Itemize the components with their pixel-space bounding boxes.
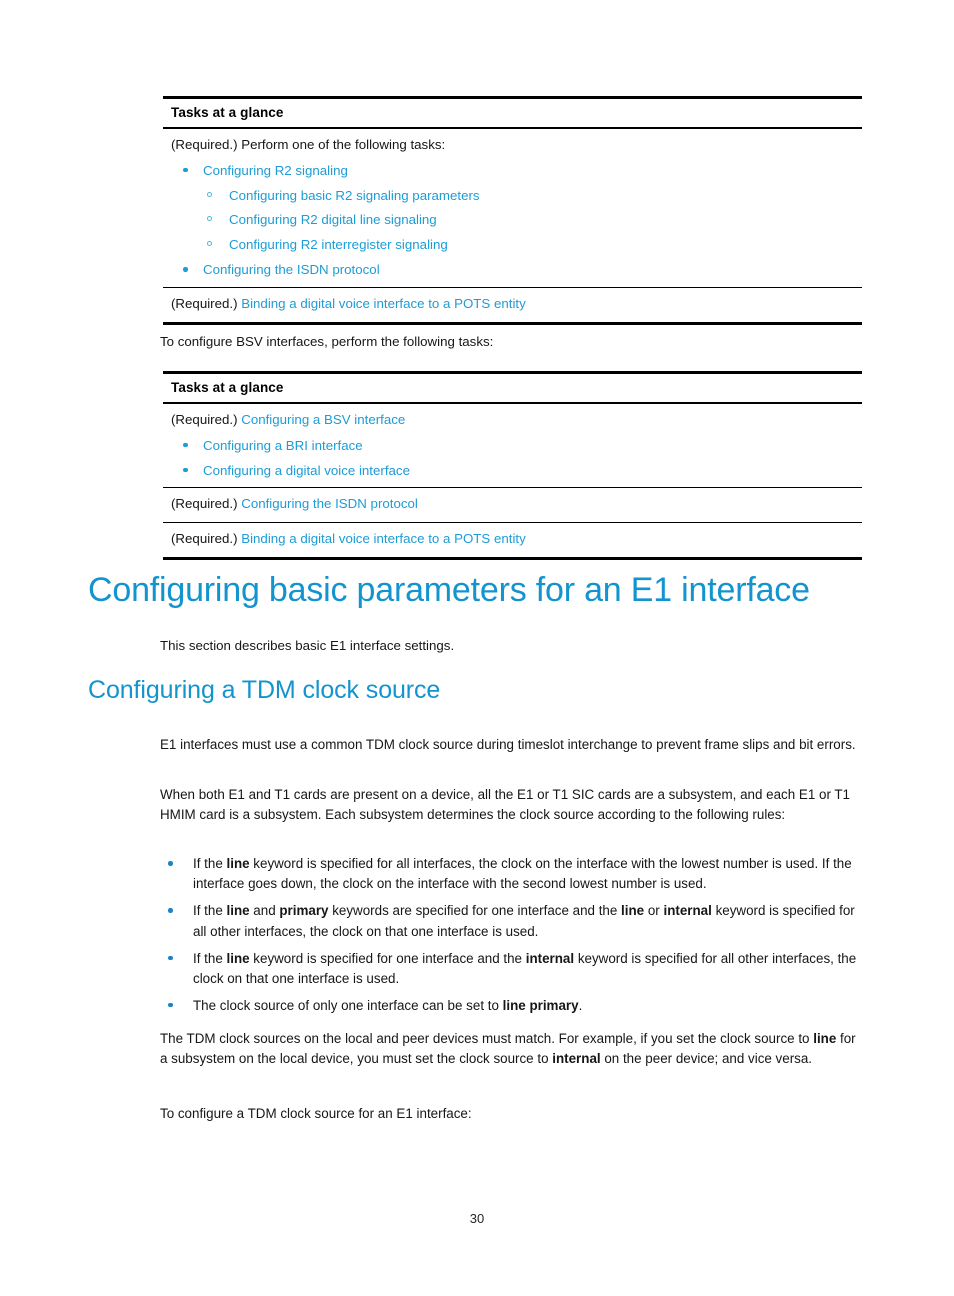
list-item: Configuring R2 digital line signaling: [171, 210, 854, 230]
row-text: (Required.) Configuring the ISDN protoco…: [171, 494, 854, 515]
rule-text-part: If the: [193, 856, 227, 871]
required-prefix: (Required.): [171, 531, 242, 547]
rule-text-part: The clock source of only one interface c…: [193, 997, 503, 1013]
link-configuring-the-isdn-protocol[interactable]: Configuring the ISDN protocol: [241, 496, 418, 511]
keyword-bold: line: [226, 856, 250, 871]
table-row: (Required.) Configuring a BSV interface …: [163, 404, 862, 489]
table-header-row: Tasks at a glance: [163, 374, 862, 404]
paragraph-local-peer-match: The TDM clock sources on the local and p…: [160, 1029, 866, 1070]
keyword-bold: line: [813, 1031, 837, 1046]
table-row: (Required.) Configuring the ISDN protoco…: [163, 488, 862, 524]
row-lead-text: (Required.) Configuring a BSV interface: [171, 410, 854, 431]
list-item: If the line keyword is specified for one…: [160, 949, 866, 990]
circle-bullet-icon: [207, 216, 212, 222]
bullet-icon: [168, 908, 173, 913]
circle-bullet-icon: [207, 241, 212, 247]
paragraph-to-configure: To configure a TDM clock source for an E…: [160, 1106, 472, 1121]
list-item: Configuring a digital voice interface: [171, 461, 854, 481]
bullet-icon: [183, 467, 188, 473]
list-item: Configuring basic R2 signaling parameter…: [171, 186, 854, 206]
link-configuring-a-bsv-interface[interactable]: Configuring a BSV interface: [241, 412, 405, 427]
bullet-icon: [168, 861, 173, 866]
section-intro-text: This section describes basic E1 interfac…: [160, 638, 455, 653]
rule-text-part: keyword is specified for one interface a…: [249, 950, 526, 966]
keyword-bold: line: [226, 903, 250, 919]
bullet-icon: [168, 1002, 173, 1008]
link-binding-digital-voice-interface-to-pots-entity[interactable]: Binding a digital voice interface to a P…: [241, 296, 526, 311]
row-text: (Required.) Binding a digital voice inte…: [171, 529, 854, 550]
clock-source-rules-list: If the line keyword is specified for all…: [160, 854, 866, 1023]
required-prefix: (Required.): [171, 496, 242, 512]
document-page: Tasks at a glance (Required.) Perform on…: [0, 0, 954, 1296]
bullet-icon: [183, 442, 188, 448]
keyword-bold: line primary: [502, 997, 579, 1013]
keyword-bold: line: [226, 950, 250, 966]
rule-text-part: .: [578, 997, 583, 1013]
row-text: (Required.) Binding a digital voice inte…: [171, 294, 854, 315]
section-heading-h2: Configuring a TDM clock source: [88, 676, 441, 704]
circle-bullet-icon: [207, 191, 212, 197]
link-configuring-a-digital-voice-interface[interactable]: Configuring a digital voice interface: [203, 463, 410, 478]
link-configuring-r2-interregister-signaling[interactable]: Configuring R2 interregister signaling: [229, 237, 448, 252]
rule-text-part: keywords are specified for one interface…: [328, 903, 622, 919]
page-number: 30: [469, 1211, 485, 1226]
list-item: The clock source of only one interface c…: [160, 996, 866, 1016]
rule-text-part: If the: [193, 950, 227, 966]
list-item: Configuring R2 interregister signaling: [171, 235, 854, 255]
para-part: The TDM clock sources on the local and p…: [160, 1031, 814, 1046]
paragraph-clock-source-intro: E1 interfaces must use a common TDM cloc…: [160, 737, 856, 752]
row-lead-text: (Required.) Perform one of the following…: [171, 137, 446, 152]
list-item: Configuring R2 signaling: [171, 161, 854, 181]
tasks-at-a-glance-table-2: Tasks at a glance (Required.) Configurin…: [163, 371, 862, 560]
keyword-bold: internal: [663, 903, 712, 919]
table-row: (Required.) Binding a digital voice inte…: [163, 288, 862, 322]
table-row: (Required.) Binding a digital voice inte…: [163, 523, 862, 557]
link-configuring-the-isdn-protocol[interactable]: Configuring the ISDN protocol: [203, 262, 380, 277]
link-configuring-basic-r2-signaling-parameters[interactable]: Configuring basic R2 signaling parameter…: [229, 188, 480, 203]
table-header-label: Tasks at a glance: [171, 105, 284, 120]
rule-text-part: or: [644, 903, 664, 919]
list-item: Configuring a BRI interface: [171, 436, 854, 456]
link-binding-digital-voice-interface-to-pots-entity[interactable]: Binding a digital voice interface to a P…: [241, 531, 526, 546]
list-item: If the line and primary keywords are spe…: [160, 901, 866, 942]
para-part: on the peer device; and vice versa.: [600, 1051, 813, 1067]
link-configuring-a-bri-interface[interactable]: Configuring a BRI interface: [203, 438, 363, 453]
page-title-h1: Configuring basic parameters for an E1 i…: [88, 571, 810, 609]
bullet-icon: [168, 955, 173, 960]
task-list: Configuring a BRI interface Configuring …: [171, 436, 854, 481]
bullet-icon: [183, 267, 188, 272]
keyword-bold: internal: [552, 1051, 601, 1067]
keyword-bold: line: [621, 903, 645, 919]
required-prefix: (Required.): [171, 412, 242, 427]
table-row: (Required.) Perform one of the following…: [163, 129, 862, 289]
table-header-row: Tasks at a glance: [163, 99, 862, 129]
rule-text-part: keyword is specified for all interfaces,…: [193, 856, 852, 892]
keyword-bold: internal: [525, 950, 575, 966]
list-item: Configuring the ISDN protocol: [171, 260, 854, 280]
list-item: If the line keyword is specified for all…: [160, 854, 866, 895]
tasks-at-a-glance-table-1: Tasks at a glance (Required.) Perform on…: [163, 96, 862, 325]
required-prefix: (Required.): [171, 296, 242, 312]
link-configuring-r2-signaling[interactable]: Configuring R2 signaling: [203, 163, 348, 178]
intro-text-bsv: To configure BSV interfaces, perform the…: [160, 334, 494, 349]
bullet-icon: [183, 167, 188, 173]
keyword-bold: primary: [279, 903, 329, 919]
rule-text-part: If the: [193, 903, 227, 919]
task-list: Configuring R2 signaling Configuring bas…: [171, 161, 854, 281]
table-header-label: Tasks at a glance: [171, 380, 284, 395]
link-configuring-r2-digital-line-signaling[interactable]: Configuring R2 digital line signaling: [229, 212, 437, 227]
rule-text-part: and: [249, 903, 280, 919]
paragraph-subsystem-rules-intro: When both E1 and T1 cards are present on…: [160, 787, 851, 823]
